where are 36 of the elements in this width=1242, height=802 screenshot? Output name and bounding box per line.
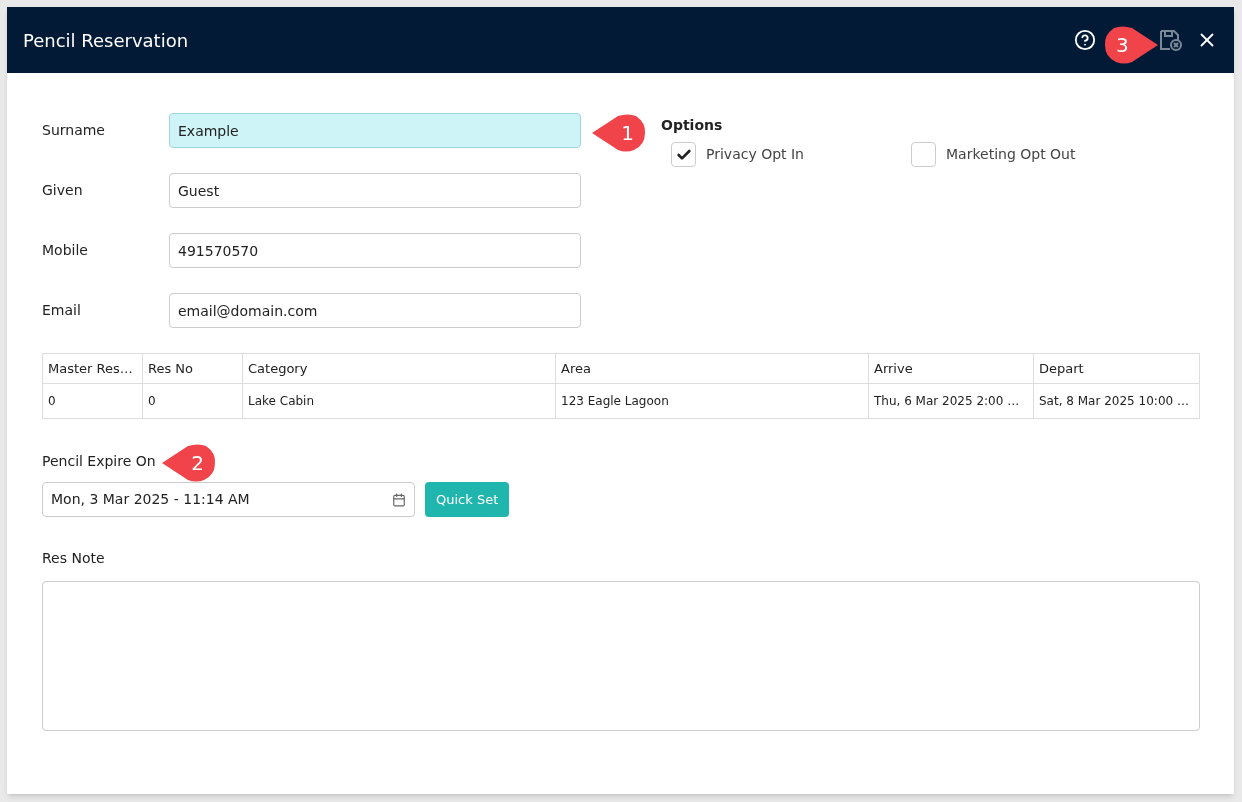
field-label: Given <box>42 181 84 200</box>
checkbox-label: Marketing Opt Out <box>946 145 1076 164</box>
table-cell-text: Sat, 8 Mar 2025 10:00 … <box>1039 393 1189 410</box>
help-icon[interactable] <box>1074 29 1096 51</box>
calendar-icon[interactable] <box>392 492 406 507</box>
column-header: Arrive <box>874 359 913 378</box>
table-cell-text: 0 <box>48 393 56 410</box>
column-header: Res No <box>148 359 194 378</box>
field-label: Email <box>42 301 82 320</box>
callout-badge: 2 <box>160 443 218 483</box>
text-field[interactable]: 491570570 <box>169 233 581 268</box>
column-header: Area <box>561 359 591 378</box>
checkbox-label: Privacy Opt In <box>706 145 804 164</box>
window-title: Pencil Reservation <box>23 28 189 53</box>
checkbox[interactable] <box>911 142 936 167</box>
date-field[interactable]: Mon, 3 Mar 2025 - 11:14 AM <box>42 482 415 517</box>
table-cell-text: 123 Eagle Lagoon <box>561 393 669 410</box>
save-cancel-icon[interactable] <box>1158 28 1184 52</box>
field-label: Surname <box>42 121 106 140</box>
table-cell-text: Lake Cabin <box>248 393 315 410</box>
checkbox[interactable] <box>671 142 696 167</box>
field-label: Res Note <box>42 549 105 568</box>
text-field[interactable]: email@domain.com <box>169 293 581 328</box>
note-field[interactable] <box>42 581 1200 731</box>
text-field[interactable]: Example <box>169 113 581 148</box>
field-label: Pencil Expire On <box>42 452 156 471</box>
field-label: Mobile <box>42 241 89 260</box>
callout-badge: 1 <box>590 113 648 153</box>
text-field[interactable]: Guest <box>169 173 581 208</box>
table-cell-text: Thu, 6 Mar 2025 2:00 … <box>874 393 1020 410</box>
column-header: Master Res… <box>48 359 133 378</box>
column-header: Category <box>248 359 308 378</box>
options-heading: Options <box>661 116 724 135</box>
column-header: Depart <box>1039 359 1084 378</box>
table-cell-text: 0 <box>148 393 156 410</box>
callout-badge: 3 <box>1102 25 1160 65</box>
